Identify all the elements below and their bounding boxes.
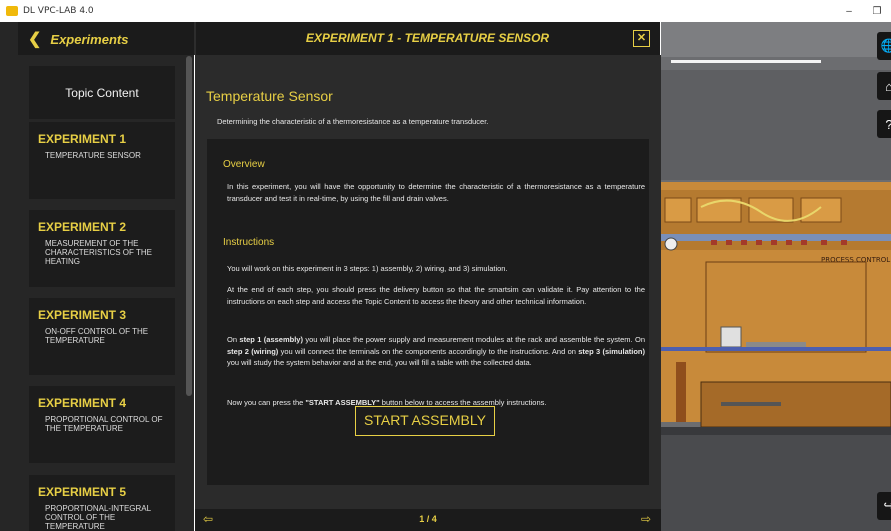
experiment-content-panel: Temperature Sensor Determining the chara… [195, 55, 661, 509]
sidebar-item-experiment-5[interactable]: EXPERIMENT 5 PROPORTIONAL-INTEGRAL CONTR… [29, 475, 175, 531]
sidebar-item-experiment-2[interactable]: EXPERIMENT 2 MEASUREMENT OF THE CHARACTE… [29, 210, 175, 287]
overview-title: Overview [223, 159, 265, 170]
exit-icon[interactable]: ↪ [877, 492, 891, 520]
window-titlebar: DL VPC-LAB 4.0 – ❐ [0, 0, 891, 22]
back-to-experiments-button[interactable]: ❮ Experiments [28, 29, 128, 49]
sidebar-scrollbar[interactable] [186, 56, 192, 396]
experiment-name: TEMPERATURE SENSOR [45, 151, 141, 160]
experiment-number: EXPERIMENT 4 [38, 396, 127, 410]
header-divider [194, 22, 196, 55]
restore-button[interactable]: ❐ [863, 0, 891, 22]
experiment-name: MEASUREMENT OF THE CHARACTERISTICS OF TH… [45, 239, 152, 266]
start-assembly-button[interactable]: START ASSEMBLY [355, 406, 495, 436]
sidebar-item-experiment-1[interactable]: EXPERIMENT 1 TEMPERATURE SENSOR [29, 122, 175, 199]
experiment-title: EXPERIMENT 1 - TEMPERATURE SENSOR [305, 31, 550, 45]
experiment-header: ❮ Experiments EXPERIMENT 1 - TEMPERATURE… [0, 22, 660, 55]
lab-3d-view[interactable]: PROCESS CONTROL 🌐 ⌂ ? ↪ [661, 22, 891, 531]
experiments-sidebar: Topic Content EXPERIMENT 1 TEMPERATURE S… [18, 55, 194, 531]
experiment-name: PROPORTIONAL-INTEGRAL CONTROL OF THE TEM… [45, 504, 151, 531]
sidebar-edge [0, 22, 18, 531]
topic-content-button[interactable]: Topic Content [29, 66, 175, 119]
app-logo-icon [6, 6, 18, 16]
instructions-paragraph-3: On step 1 (assembly) you will place the … [227, 335, 645, 367]
window-controls: – ❐ [835, 0, 891, 22]
help-icon[interactable]: ? [877, 110, 891, 138]
experiment-number: EXPERIMENT 1 [38, 132, 127, 146]
page-title: Temperature Sensor [206, 88, 333, 104]
page-subtitle: Determining the characteristic of a ther… [217, 117, 489, 126]
back-label: Experiments [50, 31, 129, 47]
instructions-title: Instructions [223, 237, 275, 248]
instructions-paragraph-2: At the end of each step, you should pres… [227, 285, 645, 306]
pagination-bar: ⇦ 1 / 4 ⇨ [195, 509, 661, 531]
experiment-number: EXPERIMENT 2 [38, 220, 127, 234]
next-page-icon[interactable]: ⇨ [641, 512, 651, 526]
experiment-name: ON-OFF CONTROL OF THE TEMPERATURE [45, 327, 149, 345]
globe-icon[interactable]: 🌐 [877, 32, 891, 60]
experiment-name: PROPORTIONAL CONTROL OF THE TEMPERATURE [45, 415, 163, 433]
minimize-button[interactable]: – [835, 0, 863, 22]
instructions-paragraph-1: You will work on this experiment in 3 st… [227, 264, 508, 273]
window-title: DL VPC-LAB 4.0 [23, 6, 94, 16]
experiment-number: EXPERIMENT 5 [38, 485, 127, 499]
sidebar-item-experiment-4[interactable]: EXPERIMENT 4 PROPORTIONAL CONTROL OF THE… [29, 386, 175, 463]
chevron-left-icon: ❮ [28, 31, 42, 48]
svg-text:PROCESS CONTROL: PROCESS CONTROL [821, 256, 890, 264]
lab-scene-illustration: PROCESS CONTROL [661, 22, 891, 531]
home-icon[interactable]: ⌂ [877, 72, 891, 100]
experiment-number: EXPERIMENT 3 [38, 308, 127, 322]
overview-text: In this experiment, you will have the op… [227, 182, 645, 203]
sidebar-item-experiment-3[interactable]: EXPERIMENT 3 ON-OFF CONTROL OF THE TEMPE… [29, 298, 175, 375]
close-icon[interactable]: ✕ [633, 30, 650, 47]
page-indicator: 1 / 4 [419, 514, 437, 524]
